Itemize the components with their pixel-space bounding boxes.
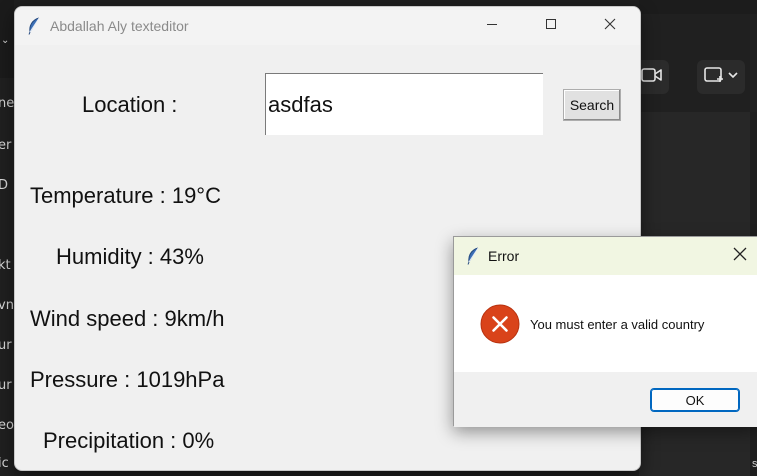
- humidity-label: Humidity : 43%: [56, 244, 204, 269]
- screen-share-icon: [703, 66, 739, 89]
- error-message: You must enter a valid country: [530, 317, 705, 332]
- dialog-footer: OK: [454, 372, 757, 427]
- search-button[interactable]: Search: [563, 89, 621, 121]
- close-icon: [733, 247, 747, 266]
- dialog-close-button[interactable]: [723, 237, 757, 275]
- precipitation-label: Precipitation : 0%: [43, 428, 215, 453]
- bg-text-fragment: eo: [0, 418, 14, 433]
- video-camera-icon: [641, 67, 663, 88]
- error-dialog: Error You must enter a valid country OK: [453, 236, 757, 427]
- dialog-title: Error: [488, 248, 520, 264]
- bg-text-fragment: D: [0, 178, 9, 193]
- share-screen-button[interactable]: [697, 60, 745, 94]
- maximize-icon: [545, 17, 557, 35]
- temperature-label: Temperature : 19°C: [30, 183, 221, 208]
- dialog-body: You must enter a valid country: [454, 275, 757, 372]
- location-label: Location :: [82, 92, 178, 117]
- feather-icon: [27, 17, 41, 40]
- maximize-button[interactable]: [522, 7, 580, 45]
- bg-text-fragment: ic: [0, 456, 9, 471]
- bg-text-fragment: s: [752, 458, 757, 470]
- feather-icon: [466, 247, 480, 270]
- close-icon: [604, 17, 616, 35]
- bg-text-fragment: er: [0, 138, 12, 153]
- bg-text-fragment: ur: [0, 378, 12, 393]
- ok-button[interactable]: OK: [650, 388, 740, 412]
- window-title: Abdallah Aly texteditor: [50, 18, 189, 34]
- error-x-icon: [480, 304, 520, 349]
- chevron-down-icon: ⌄: [1, 35, 10, 46]
- bg-text-fragment: kt: [0, 258, 11, 273]
- minimize-button[interactable]: [463, 7, 521, 45]
- title-bar[interactable]: Abdallah Aly texteditor: [15, 7, 640, 45]
- pressure-label: Pressure : 1019hPa: [30, 367, 225, 392]
- wind-speed-label: Wind speed : 9km/h: [30, 306, 225, 331]
- background-toolbar-right: [635, 14, 757, 112]
- dialog-title-bar[interactable]: Error: [454, 237, 757, 275]
- close-button[interactable]: [581, 7, 639, 45]
- bg-text-fragment: vn: [0, 298, 14, 313]
- background-app-left: ⌄ ne er D kt vn ur ur eo ic: [0, 0, 14, 476]
- location-input[interactable]: [265, 73, 543, 135]
- bg-text-fragment: ne: [0, 96, 14, 111]
- bg-text-fragment: ur: [0, 338, 12, 353]
- minimize-icon: [486, 17, 498, 35]
